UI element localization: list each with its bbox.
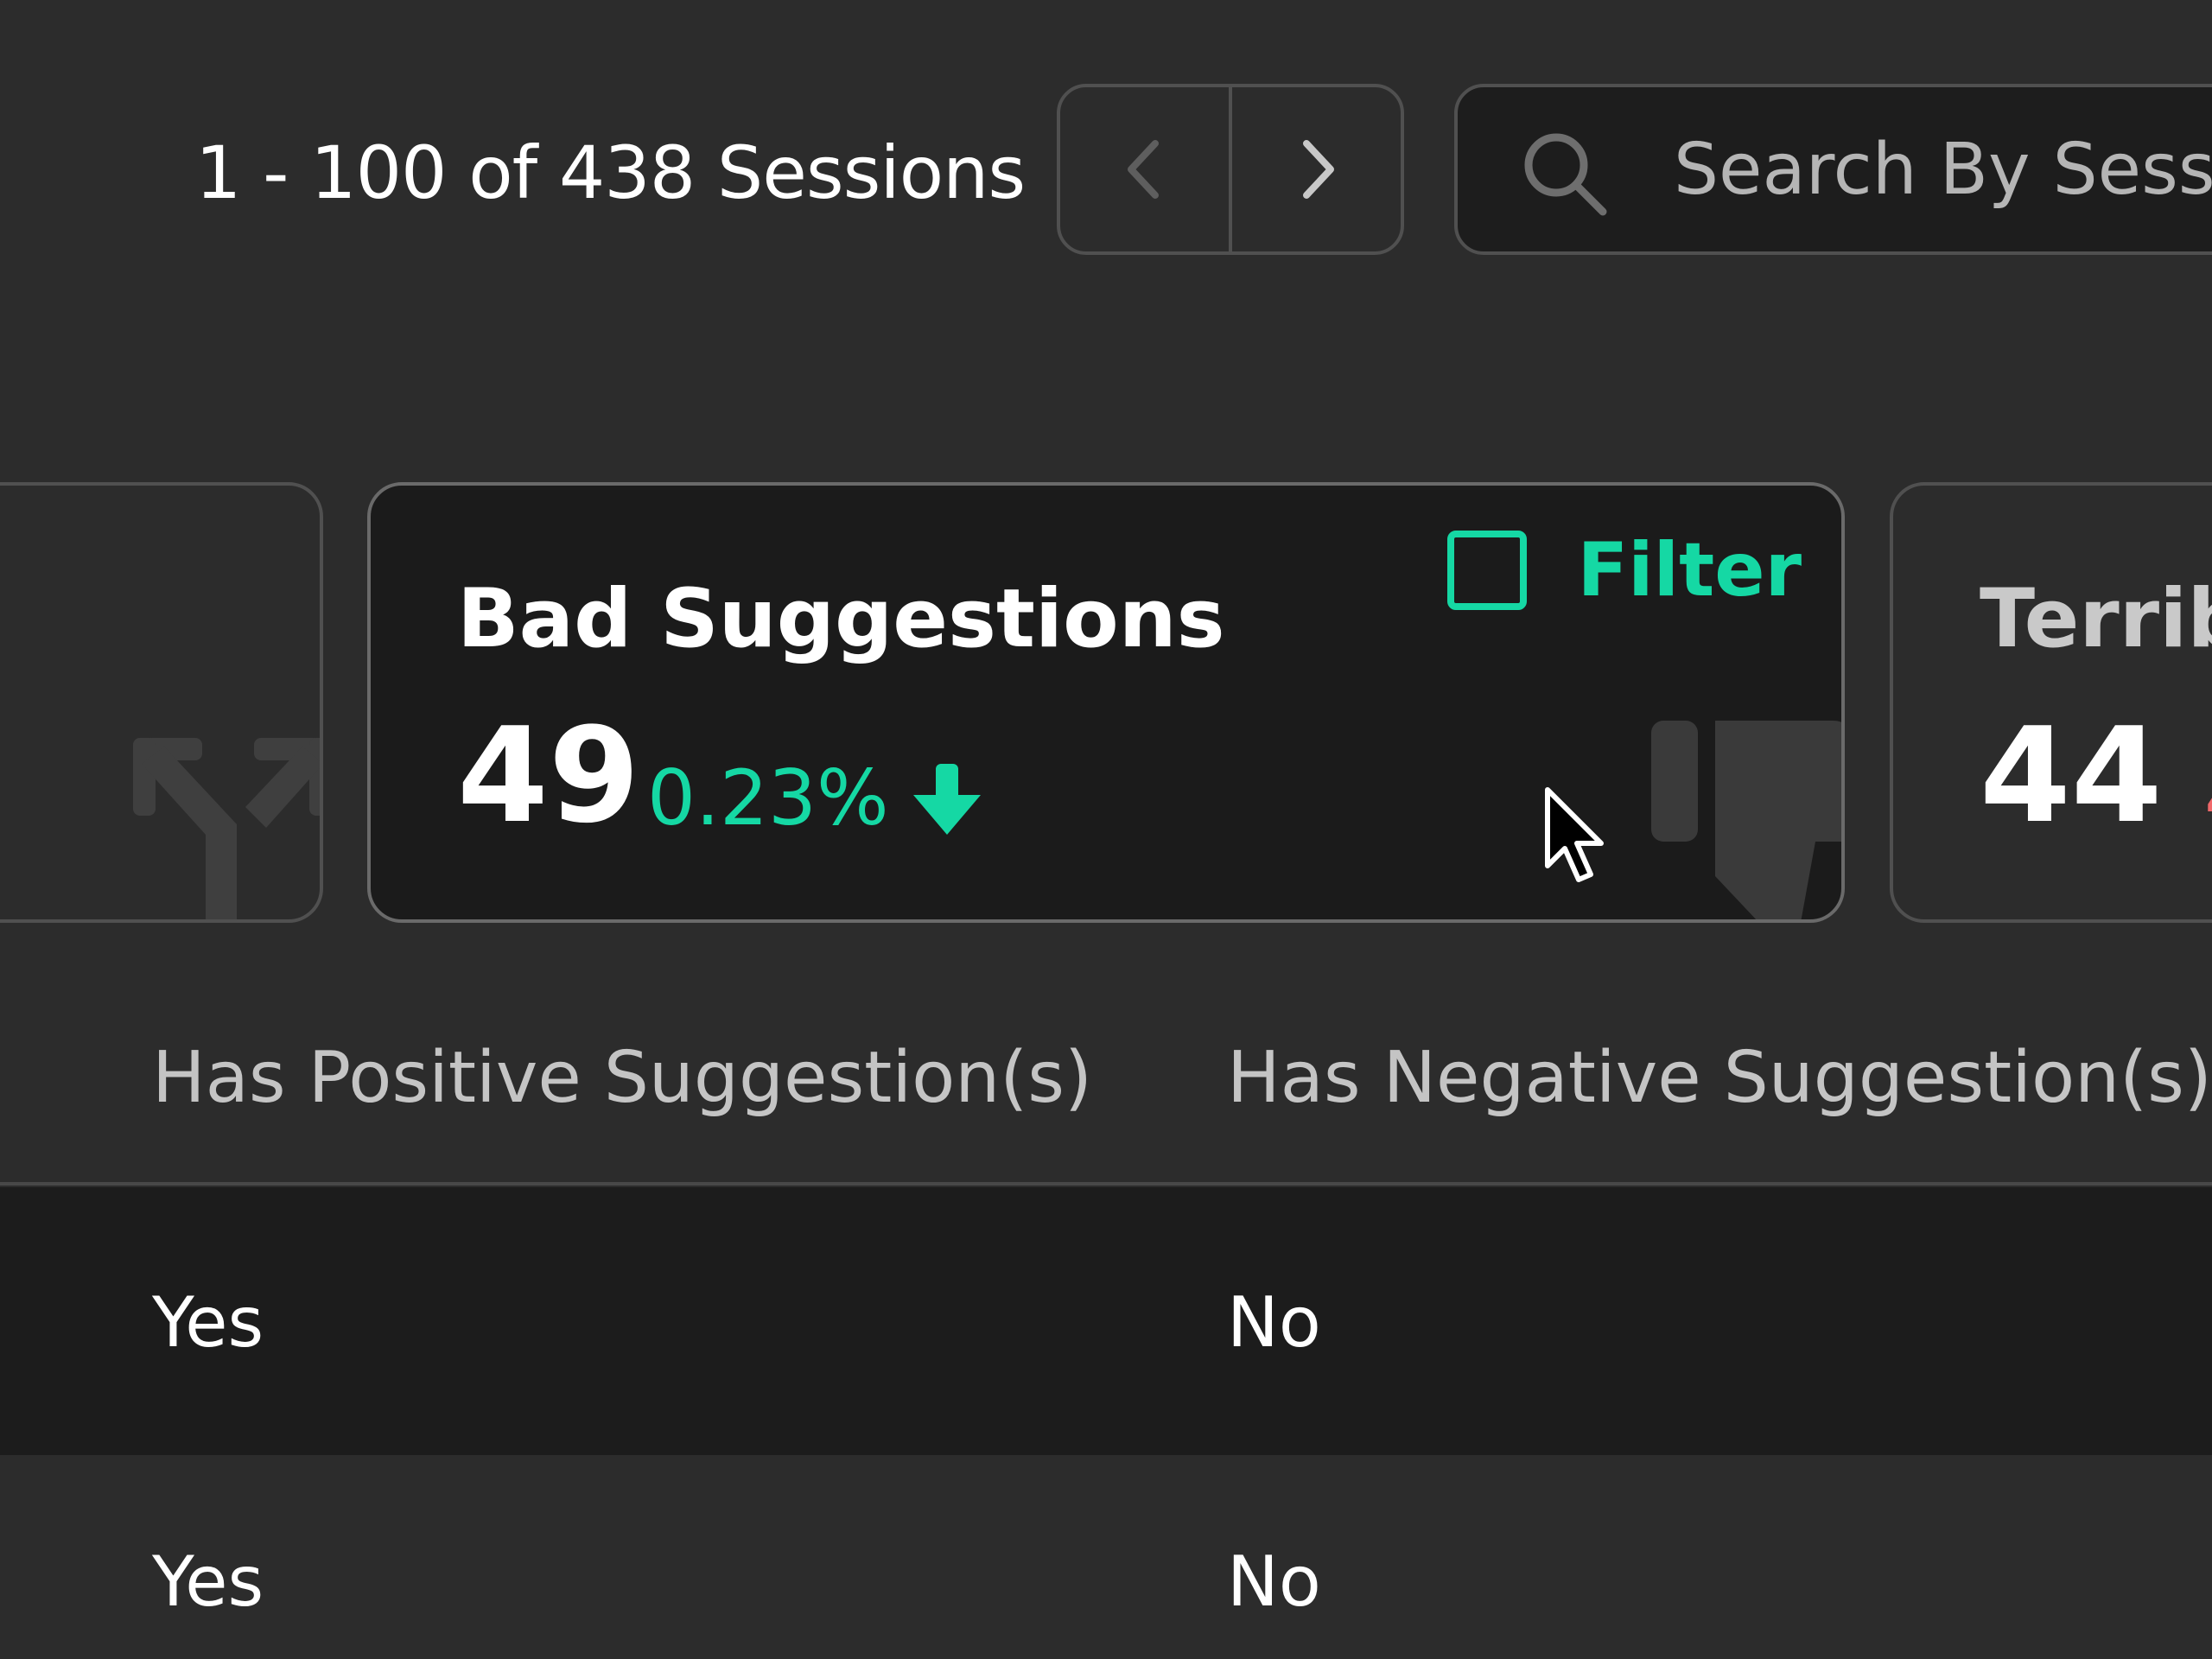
stat-card-partial-left[interactable] bbox=[0, 482, 323, 923]
table-row[interactable]: Yes No bbox=[0, 1187, 2212, 1455]
chevron-right-icon bbox=[1302, 140, 1334, 199]
filter-label: Filter bbox=[1577, 527, 1802, 613]
table-cell: No bbox=[1227, 1282, 1321, 1363]
search-input[interactable] bbox=[1674, 122, 2212, 217]
table-cell: Yes bbox=[152, 1541, 264, 1622]
pagination-controls bbox=[1057, 84, 1404, 255]
card-title: Terrib bbox=[1980, 572, 2212, 666]
table-cell: Yes bbox=[152, 1282, 264, 1363]
card-change-percent: 0.23% bbox=[647, 753, 889, 842]
table-row[interactable]: Yes No bbox=[0, 1455, 2212, 1659]
previous-page-button[interactable] bbox=[1060, 87, 1232, 251]
search-icon bbox=[1524, 133, 1607, 216]
arrow-down-icon bbox=[913, 764, 981, 835]
card-title: Bad Suggestions bbox=[457, 572, 1225, 666]
split-arrows-icon bbox=[133, 738, 320, 919]
card-change-percent: 4 bbox=[2204, 760, 2212, 836]
filter-toggle[interactable]: Filter bbox=[1447, 527, 1802, 613]
next-page-button[interactable] bbox=[1232, 87, 1401, 251]
stat-card-partial-right[interactable]: Terrib 44 4 bbox=[1890, 482, 2212, 923]
chevron-left-icon bbox=[1127, 140, 1159, 199]
thumbs-down-icon bbox=[1651, 721, 1841, 919]
search-box[interactable] bbox=[1454, 84, 2212, 255]
card-value: 49 bbox=[457, 699, 640, 852]
filter-checkbox[interactable] bbox=[1447, 531, 1528, 610]
table-cell: No bbox=[1227, 1541, 1321, 1622]
table-header: Has Positive Suggestion(s) Has Negative … bbox=[0, 1002, 2212, 1185]
column-header-negative[interactable]: Has Negative Suggestion(s) bbox=[1227, 1037, 2212, 1119]
column-header-positive[interactable]: Has Positive Suggestion(s) bbox=[152, 1037, 1092, 1119]
card-value: 44 bbox=[1980, 699, 2163, 852]
stat-card-bad-suggestions[interactable]: Bad Suggestions 49 0.23% Filter bbox=[367, 482, 1845, 923]
sessions-page: 1 - 100 of 438 Sessions Search By Sess B… bbox=[0, 0, 2212, 1659]
pagination-summary: 1 - 100 of 438 Sessions bbox=[195, 130, 1026, 215]
